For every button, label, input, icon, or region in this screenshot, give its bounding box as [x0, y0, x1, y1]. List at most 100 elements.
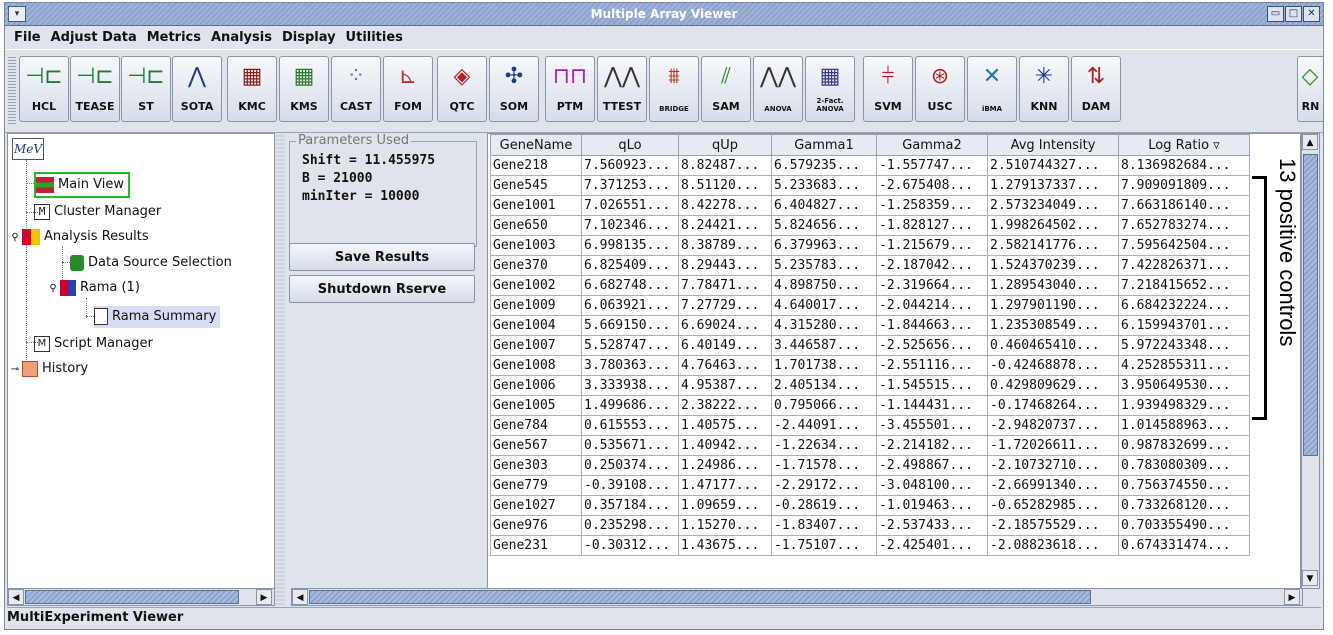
table-row[interactable]: Gene1004 5.669150... 6.69024... 4.315280...…	[490, 315, 1250, 336]
table-cell[interactable]: 2.573234049...	[987, 195, 1119, 216]
table-row[interactable]: Gene1027 0.357184... 1.09659... -0.28619...…	[490, 495, 1250, 516]
table-cell[interactable]: Gene370	[490, 255, 582, 276]
cast-button[interactable]: ⁘ CAST	[331, 56, 381, 122]
svm-button[interactable]: ⫩ SVM	[863, 56, 913, 122]
expand-toggle-icon[interactable]: ⚲	[46, 278, 60, 300]
table-cell[interactable]: Gene1005	[490, 395, 582, 416]
ptm-button[interactable]: ⊓⊓ PTM	[545, 56, 595, 122]
table-row[interactable]: Gene545 7.371253... 8.51120... 5.233683... -…	[490, 175, 1250, 196]
table-cell[interactable]: 7.27729...	[678, 295, 772, 316]
table-cell[interactable]: -0.28619...	[771, 495, 877, 516]
table-cell[interactable]: 8.29443...	[678, 255, 772, 276]
table-row[interactable]: Gene650 7.102346... 8.24421... 5.824656... -…	[490, 215, 1250, 236]
knn-button[interactable]: ✳ KNN	[1019, 56, 1069, 122]
tree-item-history[interactable]: ⊸ History	[8, 358, 88, 380]
table-cell[interactable]: 4.252855311...	[1118, 355, 1250, 376]
table-cell[interactable]: -2.66991340...	[987, 475, 1119, 496]
column-header-qlo[interactable]: qLo	[581, 134, 679, 156]
tree-item-data-source-selection[interactable]: Data Source Selection	[70, 252, 232, 274]
table-cell[interactable]: 1.289543040...	[987, 275, 1119, 296]
tree-item-analysis-results[interactable]: ⚲ Analysis Results	[8, 226, 149, 248]
table-cell[interactable]: 6.825409...	[581, 255, 679, 276]
table-cell[interactable]: 7.218415652...	[1118, 275, 1250, 296]
table-cell[interactable]: 5.972243348...	[1118, 335, 1250, 356]
table-cell[interactable]: 5.824656...	[771, 215, 877, 236]
table-row[interactable]: Gene303 0.250374... 1.24986... -1.71578... -…	[490, 455, 1250, 476]
table-row[interactable]: Gene218 7.560923... 8.82487... 6.579235... -…	[490, 155, 1250, 176]
menu-file[interactable]: File	[9, 27, 46, 49]
table-cell[interactable]: 1.47177...	[678, 475, 772, 496]
table-cell[interactable]: Gene1008	[490, 355, 582, 376]
table-cell[interactable]: Gene784	[490, 415, 582, 436]
table-cell[interactable]: 6.69024...	[678, 315, 772, 336]
table-cell[interactable]: 0.703355490...	[1118, 515, 1250, 536]
table-cell[interactable]: -3.048100...	[876, 475, 988, 496]
table-cell[interactable]: 4.76463...	[678, 355, 772, 376]
tree-item-script-manager[interactable]: M Script Manager	[34, 333, 153, 355]
table-cell[interactable]: 7.663186140...	[1118, 195, 1250, 216]
kms-button[interactable]: ▦ KMS	[279, 56, 329, 122]
menu-display[interactable]: Display	[277, 27, 341, 49]
table-row[interactable]: Gene1002 6.682748... 7.78471... 4.898750...…	[490, 275, 1250, 296]
table-cell[interactable]: 7.595642504...	[1118, 235, 1250, 256]
table-cell[interactable]: Gene1009	[490, 295, 582, 316]
table-cell[interactable]: -0.39108...	[581, 475, 679, 496]
table-cell[interactable]: Gene1002	[490, 275, 582, 296]
table-cell[interactable]: 1.09659...	[678, 495, 772, 516]
table-cell[interactable]: 1.998264502...	[987, 215, 1119, 236]
tree-item-main-view[interactable]: Main View	[34, 172, 131, 198]
table-cell[interactable]: 0.429809629...	[987, 375, 1119, 396]
table-cell[interactable]: 1.24986...	[678, 455, 772, 476]
menu-metrics[interactable]: Metrics	[142, 27, 206, 49]
toolbar-grip[interactable]	[8, 56, 16, 124]
menu-analysis[interactable]: Analysis	[206, 27, 277, 49]
table-cell[interactable]: -0.30312...	[581, 535, 679, 556]
table-cell[interactable]: 7.652783274...	[1118, 215, 1250, 236]
table-cell[interactable]: -1.828127...	[876, 215, 988, 236]
table-row[interactable]: Gene1003 6.998135... 8.38789... 6.379963...…	[490, 235, 1250, 256]
table-row[interactable]: Gene784 0.615553... 1.40575... -2.44091... -…	[490, 415, 1250, 436]
table-cell[interactable]: 6.579235...	[771, 155, 877, 176]
table-row[interactable]: Gene567 0.535671... 1.40942... -1.22634... -…	[490, 435, 1250, 456]
table-cell[interactable]: -2.537433...	[876, 515, 988, 536]
table-cell[interactable]: -2.18575529...	[987, 515, 1119, 536]
table-cell[interactable]: 5.233683...	[771, 175, 877, 196]
scroll-up-arrow-icon[interactable]: ▲	[1302, 134, 1318, 150]
table-cell[interactable]: -2.44091...	[771, 415, 877, 436]
table-cell[interactable]: 1.43675...	[678, 535, 772, 556]
scrollbar-thumb[interactable]	[309, 590, 1091, 604]
table-cell[interactable]: -2.08823618...	[987, 535, 1119, 556]
table-cell[interactable]: Gene567	[490, 435, 582, 456]
table-cell[interactable]: -1.83407...	[771, 515, 877, 536]
table-cell[interactable]: 1.40575...	[678, 415, 772, 436]
menu-adjust-data[interactable]: Adjust Data	[46, 27, 142, 49]
split-pane-divider[interactable]	[275, 133, 285, 605]
table-cell[interactable]: -1.844663...	[876, 315, 988, 336]
table-cell[interactable]: Gene1004	[490, 315, 582, 336]
scroll-left-arrow-icon[interactable]: ◀	[8, 589, 24, 605]
table-cell[interactable]: 8.38789...	[678, 235, 772, 256]
table-cell[interactable]: 7.78471...	[678, 275, 772, 296]
dam-button[interactable]: ⇅ DAM	[1071, 56, 1121, 122]
save-results-button[interactable]: Save Results	[289, 243, 475, 271]
table-cell[interactable]: -2.551116...	[876, 355, 988, 376]
table-cell[interactable]: Gene545	[490, 175, 582, 196]
table-cell[interactable]: 0.674331474...	[1118, 535, 1250, 556]
table-cell[interactable]: 2.38222...	[678, 395, 772, 416]
ibma-button[interactable]: ✕ iBMA	[967, 56, 1017, 122]
table-cell[interactable]: 6.998135...	[581, 235, 679, 256]
table-cell[interactable]: 0.250374...	[581, 455, 679, 476]
scroll-down-arrow-icon[interactable]: ▼	[1302, 570, 1318, 586]
table-cell[interactable]: -1.22634...	[771, 435, 877, 456]
table-cell[interactable]: 8.42278...	[678, 195, 772, 216]
table-cell[interactable]: -2.10732710...	[987, 455, 1119, 476]
expand-toggle-icon[interactable]: ⊸	[8, 359, 22, 381]
table-cell[interactable]: 7.102346...	[581, 215, 679, 236]
table-cell[interactable]: 1.297901190...	[987, 295, 1119, 316]
table-row[interactable]: Gene1005 1.499686... 2.38222... 0.795066...…	[490, 395, 1250, 416]
table-cell[interactable]: 7.371253...	[581, 175, 679, 196]
table-cell[interactable]: Gene1027	[490, 495, 582, 516]
table-row[interactable]: Gene1006 3.333938... 4.95387... 2.405134...…	[490, 375, 1250, 396]
table-cell[interactable]: 6.404827...	[771, 195, 877, 216]
table-cell[interactable]: -0.65282985...	[987, 495, 1119, 516]
